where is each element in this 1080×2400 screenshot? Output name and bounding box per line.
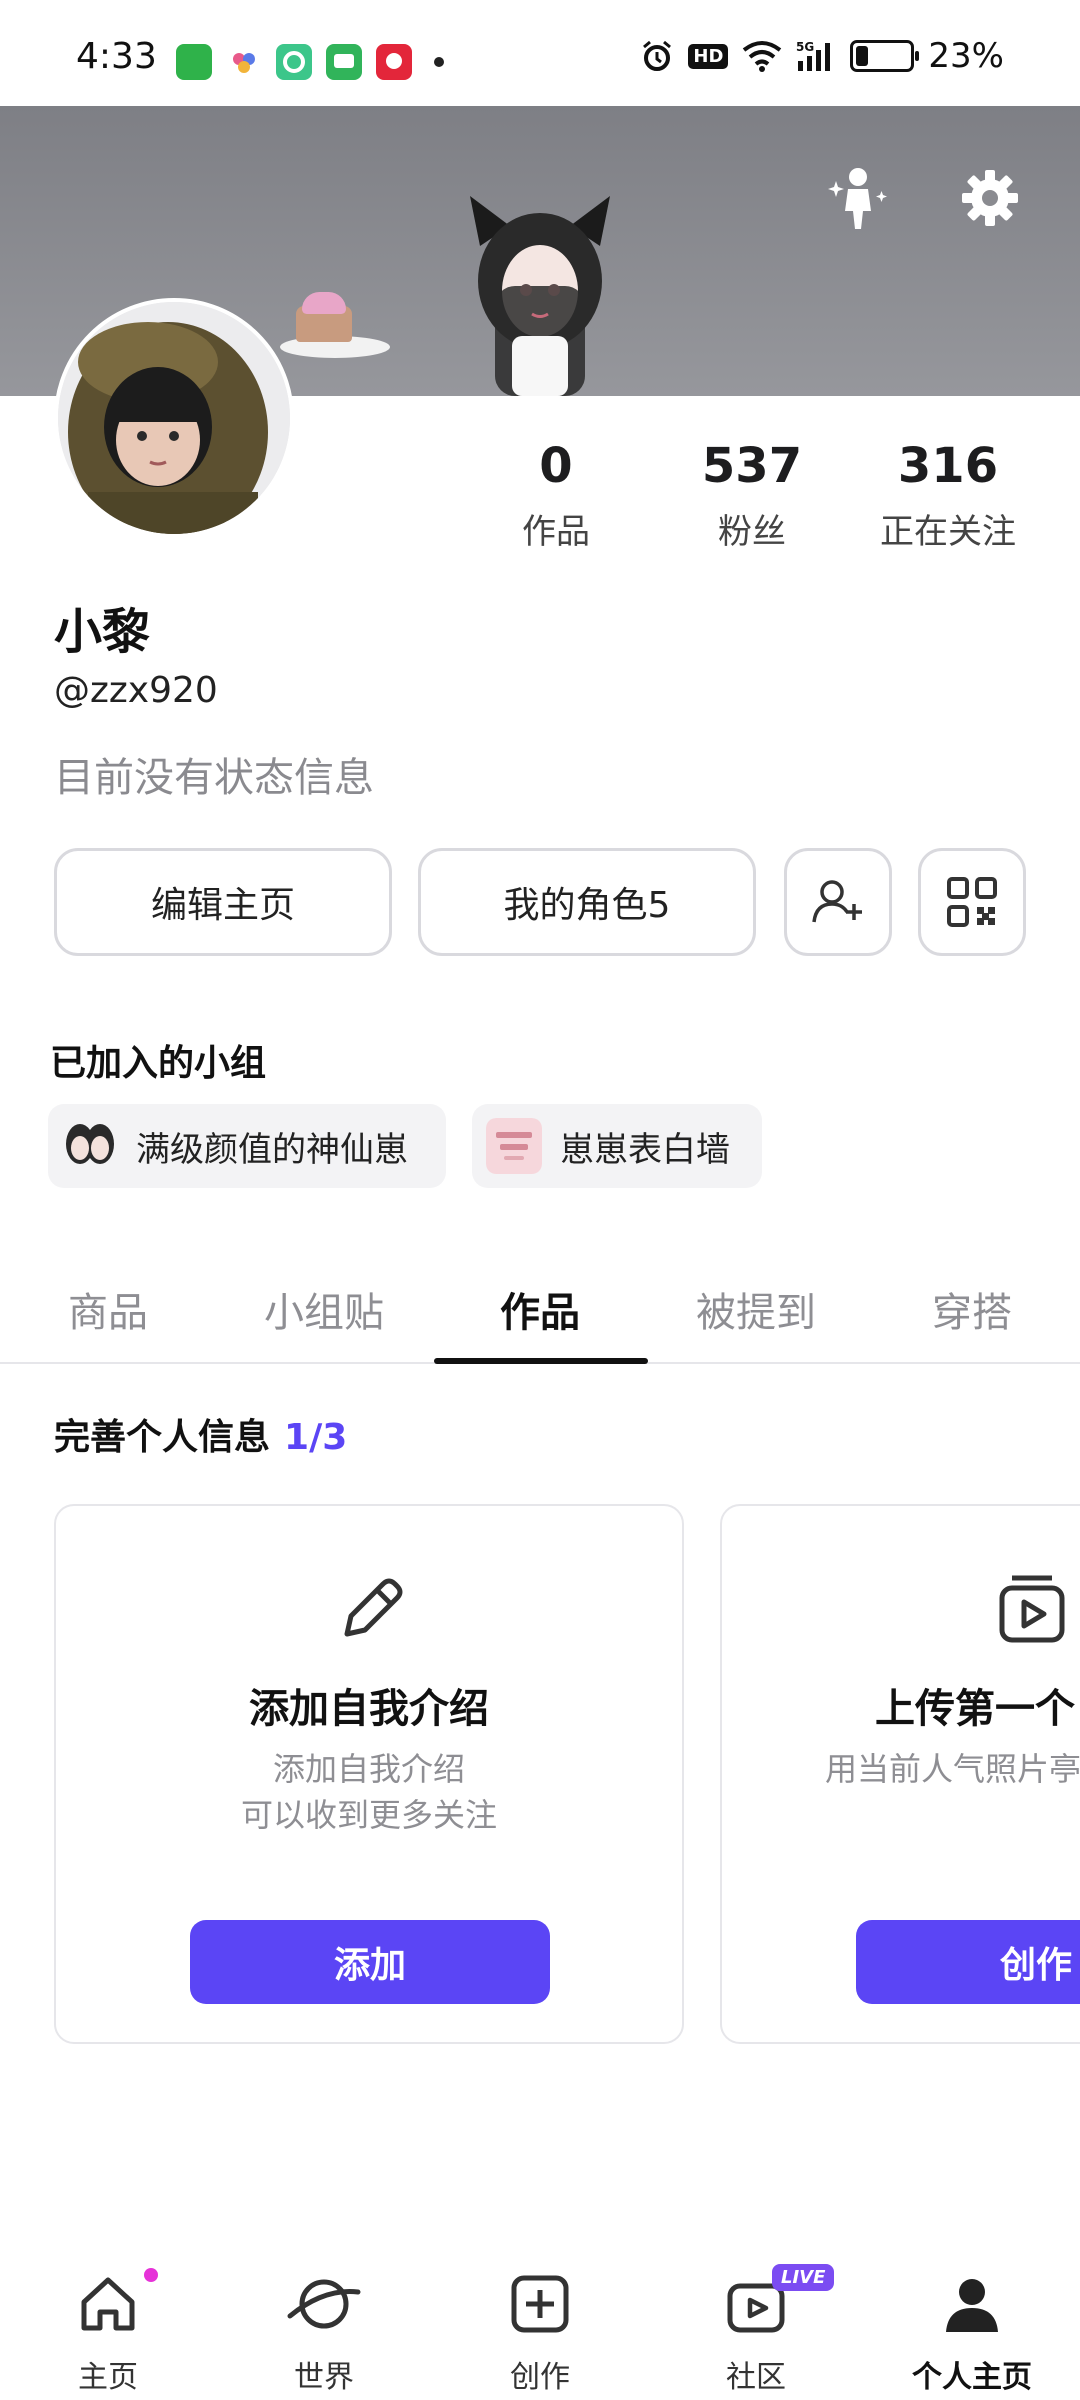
card-title: 上传第一个	[875, 1686, 1075, 1732]
qr-code-icon	[947, 877, 997, 927]
profile-avatar[interactable]	[54, 298, 294, 538]
video-play-icon	[992, 1570, 1072, 1650]
card-description: 添加自我介绍 可以收到更多关注	[56, 1746, 682, 1838]
nav-community[interactable]: LIVE 社区	[648, 2264, 864, 2396]
card-desc-line: 添加自我介绍	[272, 1750, 465, 1788]
nav-label: 个人主页	[912, 2360, 1032, 2395]
battery-percentage: 23%	[928, 36, 1004, 76]
bottom-navigation: 主页 世界 创作 LIVE 社区 个人主页	[0, 2250, 1080, 2400]
group-chip[interactable]: 崽崽表白墙	[472, 1104, 762, 1188]
planet-icon	[216, 2264, 432, 2344]
app-notification-icon	[176, 44, 212, 80]
add-intro-card[interactable]: 添加自我介绍 添加自我介绍 可以收到更多关注 添加	[54, 1504, 684, 2044]
complete-profile-label: 完善个人信息	[54, 1417, 271, 1458]
add-user-icon	[812, 880, 862, 923]
more-notifications-dot	[434, 57, 444, 67]
nav-label: 创作	[510, 2360, 570, 2395]
nav-create[interactable]: 创作	[432, 2264, 648, 2396]
cellular-signal-icon: 5G	[796, 39, 836, 73]
outfit-figure-button[interactable]	[818, 158, 898, 238]
avatar-character-figure	[470, 196, 610, 396]
sparkle-figure-icon	[828, 168, 887, 229]
community-live-icon: LIVE	[648, 2264, 864, 2344]
app-notification-icon	[226, 44, 262, 80]
status-bar: 4:33 HD 5G 23%	[0, 0, 1080, 106]
shopping-notification-icon	[376, 44, 412, 80]
group-thumbnail	[62, 1118, 118, 1174]
tab-group-posts[interactable]: 小组贴	[216, 1280, 432, 1338]
card-desc-line: 用当前人气照片亭创作	[824, 1750, 1080, 1788]
complete-profile-progress: 1/3	[284, 1417, 348, 1458]
stat-label: 粉丝	[718, 512, 786, 552]
stat-following[interactable]: 316 正在关注	[848, 438, 1048, 553]
tab-mentions[interactable]: 被提到	[648, 1280, 864, 1338]
profile-page: 4:33 HD 5G 23% 0 作品 537 粉丝 316 正在关注 小黎 @…	[0, 0, 1080, 2400]
profile-handle: @zzx920	[54, 670, 218, 711]
battery-icon	[850, 40, 920, 72]
pencil-icon	[331, 1570, 411, 1650]
upload-first-card[interactable]: 上传第一个 用当前人气照片亭创作 创作	[720, 1504, 1080, 2044]
network-type-label: 5G	[796, 40, 814, 54]
profile-bio[interactable]: 目前没有状态信息	[54, 745, 374, 803]
nav-profile[interactable]: 个人主页	[864, 2264, 1080, 2396]
alarm-icon	[640, 39, 674, 73]
stat-value: 316	[897, 438, 999, 494]
card-description: 用当前人气照片亭创作	[722, 1746, 1080, 1792]
stat-followers[interactable]: 537 粉丝	[652, 438, 852, 553]
app-notification-icon	[276, 44, 312, 80]
group-thumbnail	[486, 1118, 542, 1174]
stat-label: 正在关注	[880, 512, 1016, 552]
tab-works[interactable]: 作品	[432, 1280, 648, 1338]
profile-name: 小黎	[54, 604, 151, 660]
stat-value: 537	[701, 438, 803, 494]
qr-code-button[interactable]	[918, 848, 1026, 956]
group-chip-label: 崽崽表白墙	[560, 1129, 730, 1170]
avatar-photo	[58, 302, 290, 534]
profile-tabs: 商品 小组贴 作品 被提到 穿搭	[0, 1260, 1080, 1364]
tab-products[interactable]: 商品	[0, 1280, 216, 1338]
edit-profile-button[interactable]: 编辑主页	[54, 848, 392, 956]
wifi-icon	[742, 40, 782, 72]
chat-notification-icon	[326, 44, 362, 80]
stat-value: 0	[539, 438, 573, 494]
card-title: 添加自我介绍	[249, 1686, 489, 1732]
new-content-dot	[144, 2268, 158, 2282]
group-chip-label: 满级颜值的神仙崽	[136, 1129, 408, 1170]
battery-level-fill	[856, 46, 869, 66]
tab-outfits[interactable]: 穿搭	[864, 1280, 1080, 1338]
card-desc-line: 可以收到更多关注	[240, 1796, 497, 1834]
nav-label: 社区	[726, 2360, 786, 2395]
nav-label: 世界	[294, 2360, 354, 2395]
nav-label: 主页	[78, 2360, 138, 2395]
stat-works[interactable]: 0 作品	[456, 438, 656, 553]
settings-button[interactable]	[950, 158, 1030, 238]
stat-label: 作品	[522, 512, 590, 552]
complete-profile-title: 完善个人信息 1/3	[54, 1408, 347, 1460]
plus-square-icon	[432, 2264, 648, 2344]
home-icon	[0, 2264, 216, 2344]
create-button[interactable]: 创作	[856, 1920, 1080, 2004]
gear-icon	[962, 170, 1018, 226]
status-right: HD 5G 23%	[640, 36, 1004, 76]
nav-home[interactable]: 主页	[0, 2264, 216, 2396]
joined-groups-title: 已加入的小组	[50, 1043, 267, 1084]
cake-frosting-decoration	[302, 292, 346, 314]
group-chip[interactable]: 满级颜值的神仙崽	[48, 1104, 446, 1188]
add-intro-button[interactable]: 添加	[190, 1920, 550, 2004]
hd-icon: HD	[688, 43, 729, 69]
notification-icons	[176, 44, 444, 80]
add-friend-button[interactable]	[784, 848, 892, 956]
status-time: 4:33	[76, 36, 157, 77]
active-tab-indicator	[434, 1358, 648, 1364]
nav-world[interactable]: 世界	[216, 2264, 432, 2396]
person-icon	[864, 2264, 1080, 2344]
my-characters-button[interactable]: 我的角色5	[418, 848, 756, 956]
live-badge: LIVE	[772, 2264, 835, 2291]
